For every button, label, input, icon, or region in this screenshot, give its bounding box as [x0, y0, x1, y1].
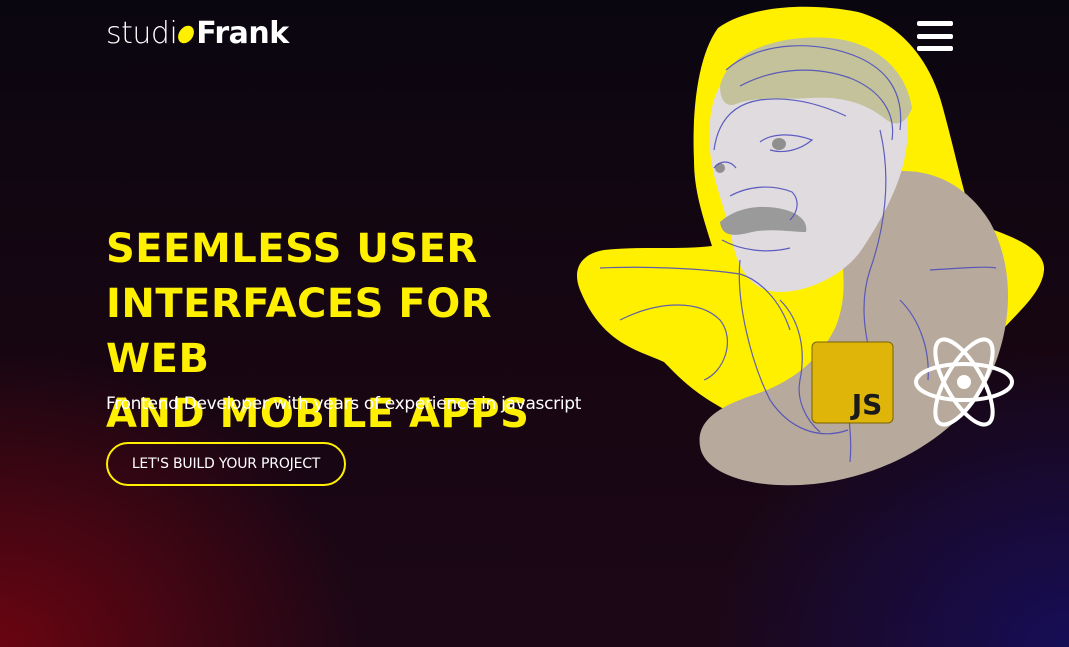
- hero-subtitle: Frontend Developer with years of experie…: [106, 394, 582, 414]
- hero-title-line-2: INTERFACES FOR WEB: [106, 281, 493, 382]
- logo-text-frank: Frank: [196, 16, 289, 51]
- logo[interactable]: studi Frank: [106, 14, 289, 54]
- portrait-eye-right: [772, 138, 786, 150]
- javascript-logo-icon: JS: [811, 341, 894, 424]
- logo-text-studi: studi: [106, 16, 178, 51]
- build-project-button[interactable]: LET'S BUILD YOUR PROJECT: [106, 442, 346, 486]
- hero-illustration: JS: [577, 6, 1045, 486]
- hero-title-line-1: SEEMLESS USER: [106, 226, 478, 272]
- js-badge-label: JS: [850, 388, 883, 421]
- logo-dot-icon: [175, 22, 198, 47]
